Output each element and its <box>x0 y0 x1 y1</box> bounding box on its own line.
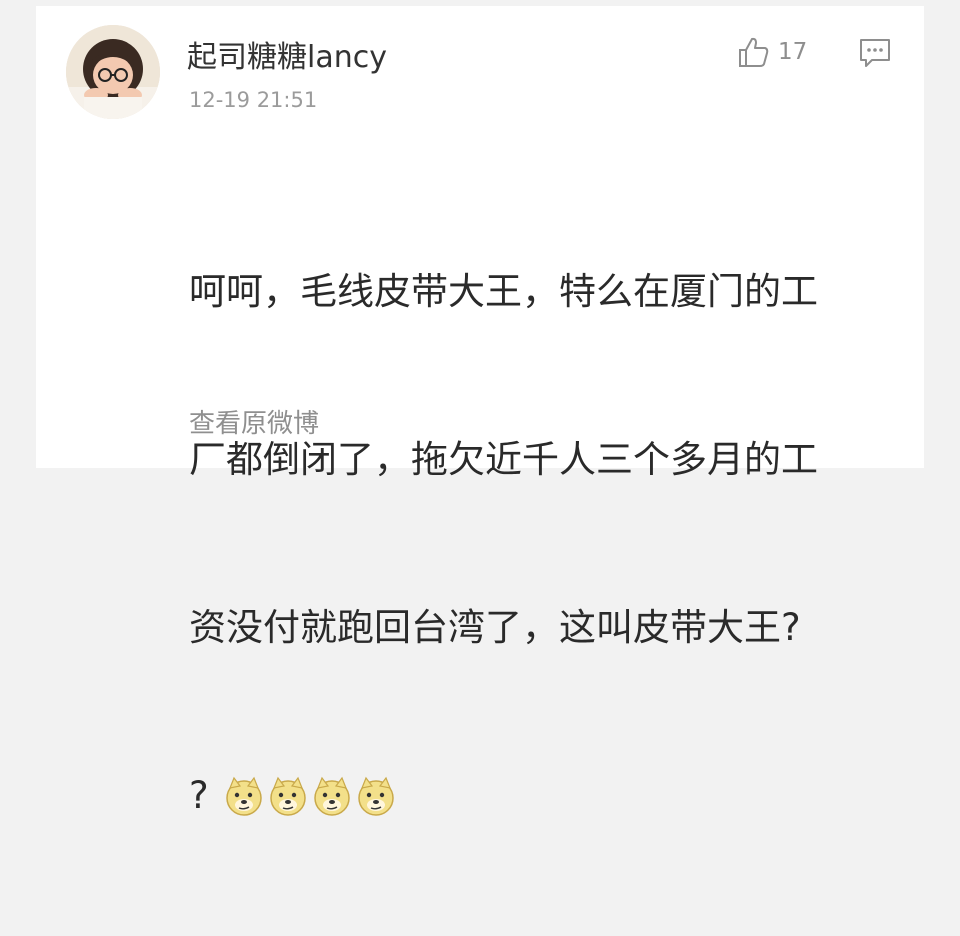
view-original-link[interactable]: 查看原微博 <box>189 403 319 440</box>
doge-emoji <box>269 776 306 816</box>
like-count: 17 <box>778 39 808 65</box>
comment-line-emoji: ? <box>189 768 889 824</box>
comment-line: 呵呵，毛线皮带大王，特么在厦门的工 <box>189 270 818 313</box>
comment-icon <box>860 39 890 67</box>
avatar[interactable] <box>66 25 160 119</box>
comment-card: 起司糖糖lancy 12-19 21:51 17 呵呵，毛线皮带大王，特么在厦门… <box>36 6 924 817</box>
doge-emoji <box>225 776 262 816</box>
avatar-image <box>66 25 160 119</box>
comment-line: 厂都倒闭了，拖欠近千人三个多月的工 <box>189 438 818 481</box>
question-mark: ? <box>189 774 209 817</box>
username[interactable]: 起司糖糖lancy <box>187 32 387 76</box>
thumbs-up-icon <box>739 37 769 67</box>
comment-text: 呵呵，毛线皮带大王，特么在厦门的工 厂都倒闭了，拖欠近千人三个多月的工 资没付就… <box>189 152 889 936</box>
doge-emoji <box>313 776 350 816</box>
timestamp: 12-19 21:51 <box>189 88 318 112</box>
comment-line: 资没付就跑回台湾了，这叫皮带大王? <box>189 606 801 649</box>
like-button[interactable]: 17 <box>736 33 807 71</box>
doge-emoji <box>357 776 394 816</box>
reply-button[interactable] <box>858 36 892 70</box>
